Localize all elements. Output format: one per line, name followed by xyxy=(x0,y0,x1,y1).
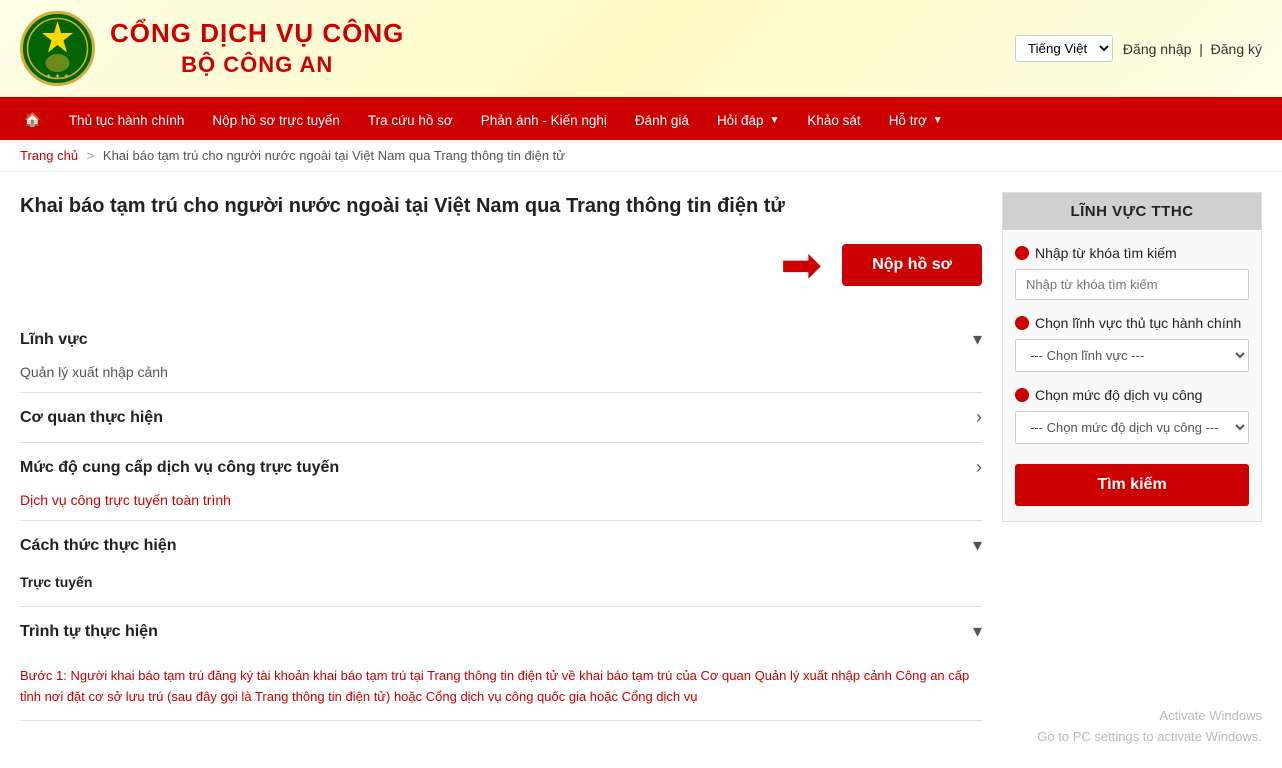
accordion-co-quan-title: Cơ quan thực hiện xyxy=(20,409,163,427)
level-label-text: Chọn mức độ dịch vụ công xyxy=(1035,387,1202,403)
nav-item-nop-ho-so[interactable]: Nộp hồ sơ trực tuyến xyxy=(198,101,353,140)
muc-do-link[interactable]: Dịch vụ công trực tuyến toàn trình xyxy=(20,492,231,508)
header-right: Tiếng Việt English Đăng nhập | Đăng ký xyxy=(1015,35,1262,62)
nav-home[interactable]: 🏠 xyxy=(10,100,55,140)
submit-row: ➡ Nộp hồ sơ xyxy=(20,240,982,290)
cach-thuc-chevron-down-icon: ▾ xyxy=(973,535,982,556)
logo-emblem: ✦ ✦ ✦ xyxy=(20,11,95,86)
nav-item-ho-tro[interactable]: Hỗ trợ ▼ xyxy=(875,101,957,140)
navbar: 🏠 Thủ tục hành chính Nộp hồ sơ trực tuyế… xyxy=(0,100,1282,140)
cach-thuc-value: Trực tuyến xyxy=(20,570,982,594)
main-container: Khai báo tạm trú cho người nước ngoài tạ… xyxy=(0,172,1282,721)
header: ✦ ✦ ✦ CỔNG DỊCH VỤ CÔNG BỘ CÔNG AN Tiếng… xyxy=(0,0,1282,100)
breadcrumb-home[interactable]: Trang chủ xyxy=(20,148,78,163)
nav-item-hoi-dap[interactable]: Hỏi đáp ▼ xyxy=(703,101,793,140)
co-quan-chevron-right-icon: › xyxy=(976,407,982,428)
accordion-muc-do-title: Mức độ cung cấp dịch vụ công trực tuyến xyxy=(20,459,339,477)
submit-button[interactable]: Nộp hồ sơ xyxy=(842,244,982,286)
accordion-trinh-tu-title: Trình tự thực hiện xyxy=(20,623,158,641)
breadcrumb: Trang chủ > Khai báo tạm trú cho người n… xyxy=(0,140,1282,172)
nav-item-danh-gia[interactable]: Đánh giá xyxy=(621,101,703,140)
accordion-linh-vuc: Lĩnh vực ▾ Quản lý xuất nhập cảnh xyxy=(20,315,982,393)
domain-select[interactable]: --- Chọn lĩnh vực --- xyxy=(1015,339,1249,372)
language-select[interactable]: Tiếng Việt English xyxy=(1015,35,1113,62)
domain-label-text: Chọn lĩnh vực thủ tục hành chính xyxy=(1035,315,1241,331)
sidebar-title: LĨNH VỰC TTHC xyxy=(1003,193,1261,230)
accordion-trinh-tu: Trình tự thực hiện ▾ Bước 1: Người khai … xyxy=(20,607,982,721)
level-select[interactable]: --- Chọn mức độ dịch vụ công --- xyxy=(1015,411,1249,444)
breadcrumb-sep: > xyxy=(87,148,98,163)
accordion-co-quan: Cơ quan thực hiện › xyxy=(20,393,982,443)
title-line2: BỘ CÔNG AN xyxy=(110,51,404,80)
nav-item-tra-cuu[interactable]: Tra cứu hồ sơ xyxy=(354,101,467,140)
accordion-muc-do-content: Dịch vụ công trực tuyến toàn trình xyxy=(20,492,982,520)
accordion-cach-thuc: Cách thức thực hiện ▾ Trực tuyến xyxy=(20,521,982,607)
trinh-tu-chevron-down-icon: ▾ xyxy=(973,621,982,642)
register-link[interactable]: Đăng ký xyxy=(1211,41,1262,57)
accordion-muc-do: Mức độ cung cấp dịch vụ công trực tuyến … xyxy=(20,443,982,521)
search-label: Nhập từ khóa tìm kiếm xyxy=(1015,245,1249,261)
linh-vuc-value: Quản lý xuất nhập cảnh xyxy=(20,364,168,380)
svg-text:✦ ✦ ✦: ✦ ✦ ✦ xyxy=(45,72,70,81)
level-radio-icon xyxy=(1015,388,1029,402)
ho-tro-arrow-icon: ▼ xyxy=(933,115,943,126)
nav-item-khao-sat[interactable]: Khảo sát xyxy=(793,101,874,140)
logo-area: ✦ ✦ ✦ CỔNG DỊCH VỤ CÔNG BỘ CÔNG AN xyxy=(20,11,404,86)
domain-radio-icon xyxy=(1015,316,1029,330)
accordion-cach-thuc-title: Cách thức thực hiện xyxy=(20,537,177,555)
search-label-text: Nhập từ khóa tìm kiếm xyxy=(1035,245,1177,261)
nav-item-phan-anh[interactable]: Phản ánh - Kiến nghị xyxy=(467,101,621,140)
breadcrumb-current: Khai báo tạm trú cho người nước ngoài tạ… xyxy=(103,148,565,163)
muc-do-chevron-right-icon: › xyxy=(976,457,982,478)
step-text: Bước 1: Người khai báo tạm trú đăng ký t… xyxy=(20,656,982,708)
sidebar-box: LĨNH VỰC TTHC Nhập từ khóa tìm kiếm Chọn… xyxy=(1002,192,1262,522)
content-area: Khai báo tạm trú cho người nước ngoài tạ… xyxy=(20,192,982,721)
search-radio-icon xyxy=(1015,246,1029,260)
accordion-co-quan-header[interactable]: Cơ quan thực hiện › xyxy=(20,393,982,442)
win-activate-line2: Go to PC settings to activate Windows. xyxy=(1037,727,1262,748)
accordion-muc-do-header[interactable]: Mức độ cung cấp dịch vụ công trực tuyến … xyxy=(20,443,982,492)
accordion-trinh-tu-content: Bước 1: Người khai báo tạm trú đăng ký t… xyxy=(20,656,982,720)
accordion-linh-vuc-content: Quản lý xuất nhập cảnh xyxy=(20,364,982,392)
level-label: Chọn mức độ dịch vụ công xyxy=(1015,387,1249,403)
accordion-cach-thuc-header[interactable]: Cách thức thực hiện ▾ xyxy=(20,521,982,570)
arrow-right-icon: ➡ xyxy=(780,240,822,290)
search-button[interactable]: Tìm kiếm xyxy=(1015,464,1249,506)
accordion-linh-vuc-title: Lĩnh vực xyxy=(20,331,88,349)
nav-item-thu-tuc[interactable]: Thủ tục hành chính xyxy=(55,101,199,140)
login-link[interactable]: Đăng nhập xyxy=(1123,41,1192,57)
accordion-cach-thuc-content: Trực tuyến xyxy=(20,570,982,606)
accordion-linh-vuc-header[interactable]: Lĩnh vực ▾ xyxy=(20,315,982,364)
hoi-dap-arrow-icon: ▼ xyxy=(769,115,779,126)
linh-vuc-chevron-down-icon: ▾ xyxy=(973,329,982,350)
header-title: CỔNG DỊCH VỤ CÔNG BỘ CÔNG AN xyxy=(110,17,404,79)
accordion-trinh-tu-header[interactable]: Trình tự thực hiện ▾ xyxy=(20,607,982,656)
sidebar: LĨNH VỰC TTHC Nhập từ khóa tìm kiếm Chọn… xyxy=(1002,192,1262,721)
auth-links: Đăng nhập | Đăng ký xyxy=(1123,41,1262,57)
page-title: Khai báo tạm trú cho người nước ngoài tạ… xyxy=(20,192,982,220)
domain-label: Chọn lĩnh vực thủ tục hành chính xyxy=(1015,315,1249,331)
search-input[interactable] xyxy=(1015,269,1249,300)
sidebar-body: Nhập từ khóa tìm kiếm Chọn lĩnh vực thủ … xyxy=(1003,230,1261,521)
home-icon: 🏠 xyxy=(24,112,41,128)
title-line1: CỔNG DỊCH VỤ CÔNG xyxy=(110,17,404,51)
